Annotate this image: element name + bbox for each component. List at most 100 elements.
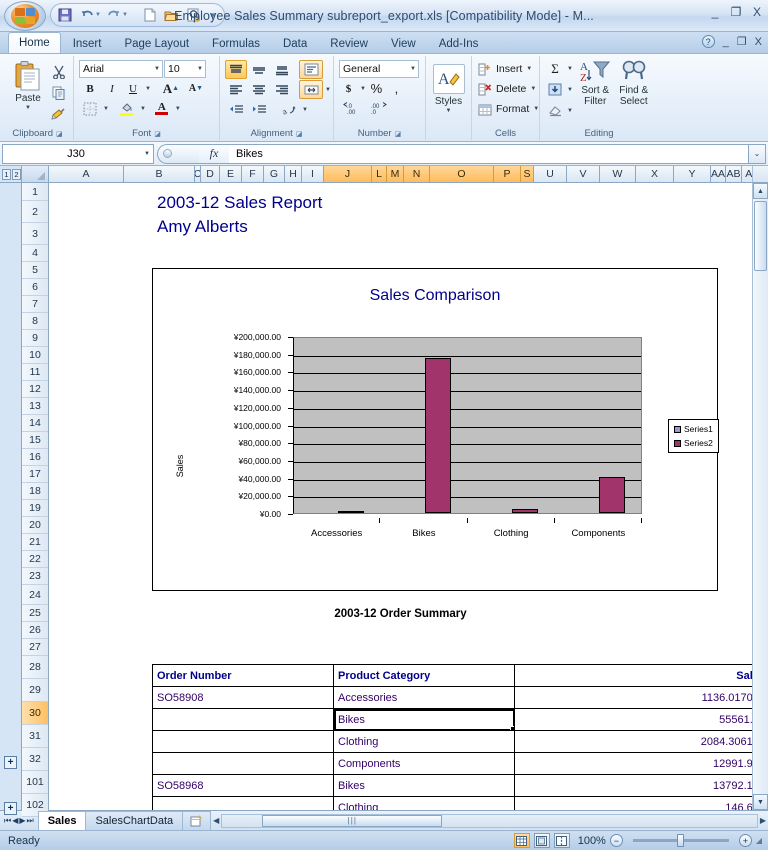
vertical-scrollbar[interactable]: ▲ ▼	[752, 183, 768, 810]
row-header-26[interactable]: 26	[22, 622, 48, 639]
name-box[interactable]: J30 ▼	[2, 143, 154, 164]
underline-button[interactable]: U	[123, 79, 143, 98]
number-dialog-launcher-icon[interactable]: ◪	[395, 130, 402, 138]
row-header-28[interactable]: 28	[22, 656, 48, 679]
row-header-29[interactable]: 29	[22, 679, 48, 702]
percent-format-button[interactable]: %	[367, 79, 386, 98]
bold-button[interactable]: B	[79, 79, 101, 98]
ribbon-close-button[interactable]: X	[755, 36, 762, 48]
format-cells-button[interactable]: Format ▼	[477, 99, 539, 119]
tab-insert[interactable]: Insert	[62, 33, 113, 53]
outline-level-1-button[interactable]: 1	[2, 168, 11, 180]
sheet-tab-saleschartdata[interactable]: SalesChartData	[85, 811, 184, 830]
paste-button[interactable]: Paste ▼	[7, 60, 49, 111]
row-header-12[interactable]: 12	[22, 381, 48, 398]
save-icon[interactable]	[55, 6, 75, 25]
tab-view[interactable]: View	[380, 33, 427, 53]
tab-home[interactable]: Home	[8, 32, 61, 53]
cell-sales[interactable]: 13792.176	[514, 774, 752, 797]
row-header-6[interactable]: 6	[22, 279, 48, 296]
row-header-18[interactable]: 18	[22, 483, 48, 500]
shrink-font-button[interactable]: A ▼	[184, 79, 208, 98]
close-button[interactable]: X	[750, 5, 764, 19]
accounting-dropdown-icon[interactable]: ▼	[360, 86, 366, 92]
chart-object[interactable]: Sales Comparison ¥200,000.00 ¥180,000.00 ¥…	[152, 268, 719, 591]
ribbon-minimize-button[interactable]: _	[723, 36, 729, 48]
align-middle-icon[interactable]	[248, 60, 270, 79]
row-header-16[interactable]: 16	[22, 449, 48, 466]
sort-filter-button[interactable]: A Z Sort & Filter	[576, 59, 615, 107]
wrap-text-icon[interactable]	[299, 60, 323, 79]
delete-cells-button[interactable]: Delete ▼	[477, 79, 536, 99]
font-dialog-launcher-icon[interactable]: ◪	[154, 130, 161, 138]
fill-button[interactable]: ▼	[545, 80, 573, 99]
row-header-13[interactable]: 13	[22, 398, 48, 415]
clear-dropdown-icon[interactable]: ▼	[567, 108, 573, 114]
zoom-slider-thumb[interactable]	[676, 834, 684, 847]
clipboard-dialog-launcher-icon[interactable]: ◪	[56, 130, 63, 138]
tab-add-ins[interactable]: Add-Ins	[428, 33, 490, 53]
font-name-select[interactable]: Arial ▼	[79, 60, 163, 78]
align-top-icon[interactable]	[225, 60, 247, 79]
alignment-dialog-launcher-icon[interactable]: ◪	[296, 130, 303, 138]
select-all-button[interactable]	[22, 166, 49, 182]
sheet-canvas[interactable]: 2003-12 Sales Report Amy Alberts Sales C…	[49, 183, 752, 810]
tab-page-layout[interactable]: Page Layout	[113, 33, 200, 53]
row-header-30[interactable]: 30	[22, 702, 48, 725]
redo-icon[interactable]	[104, 6, 124, 25]
sheet-tab-sales[interactable]: Sales	[37, 811, 87, 830]
column-header-o[interactable]: O	[430, 166, 494, 182]
fill-color-dropdown-icon[interactable]: ▼	[140, 106, 146, 112]
cut-icon[interactable]	[49, 62, 68, 81]
column-header-i[interactable]: I	[302, 166, 324, 182]
row-header-32[interactable]: 32	[22, 748, 48, 771]
row-header-9[interactable]: 9	[22, 330, 48, 347]
row-header-21[interactable]: 21	[22, 534, 48, 551]
font-size-select[interactable]: 10 ▼	[164, 60, 206, 78]
row-header-31[interactable]: 31	[22, 725, 48, 748]
increase-indent-icon[interactable]	[248, 100, 270, 119]
number-format-select[interactable]: General ▼	[339, 60, 419, 78]
insert-function-icon[interactable]: fx	[199, 143, 229, 164]
column-header-l[interactable]: L	[372, 166, 387, 182]
prev-sheet-button[interactable]: ◀	[12, 816, 18, 825]
cell-product-category[interactable]: Clothing	[333, 730, 515, 753]
copy-icon[interactable]	[49, 83, 68, 102]
decrease-indent-icon[interactable]	[225, 100, 247, 119]
ribbon-restore-button[interactable]: ❐	[737, 35, 747, 48]
grow-font-button[interactable]: A ▲	[159, 79, 183, 98]
column-header-s[interactable]: S	[521, 166, 534, 182]
help-icon[interactable]: ?	[701, 35, 715, 48]
row-header-4[interactable]: 4	[22, 245, 48, 262]
orientation-icon[interactable]: a	[278, 100, 300, 119]
scroll-down-button[interactable]: ▼	[753, 794, 768, 810]
orientation-dropdown-icon[interactable]: ▼	[302, 107, 308, 113]
undo-dropdown-icon[interactable]: ▼	[95, 12, 101, 18]
column-header-a[interactable]: A	[49, 166, 124, 182]
redo-dropdown-icon[interactable]: ▼	[122, 12, 128, 18]
row-header-14[interactable]: 14	[22, 415, 48, 432]
cell-sales[interactable]: 55561.95	[514, 708, 752, 731]
first-sheet-button[interactable]: ⏮	[4, 816, 11, 826]
merge-center-icon[interactable]	[299, 80, 323, 99]
column-header-u[interactable]: U	[534, 166, 567, 182]
row-header-22[interactable]: 22	[22, 551, 48, 568]
cell-sales[interactable]: 12991.908	[514, 752, 752, 775]
insert-dropdown-icon[interactable]: ▼	[526, 66, 532, 72]
formula-input[interactable]: Bikes	[229, 143, 749, 164]
zoom-slider[interactable]	[632, 834, 729, 847]
insert-cells-button[interactable]: Insert ▼	[477, 59, 532, 79]
align-left-icon[interactable]	[225, 80, 247, 99]
align-bottom-icon[interactable]	[271, 60, 293, 79]
column-header-n[interactable]: N	[404, 166, 430, 182]
styles-button[interactable]: A Styles ▼	[431, 60, 466, 114]
row-header-23[interactable]: 23	[22, 568, 48, 585]
align-center-icon[interactable]	[248, 80, 270, 99]
cell-order-number[interactable]	[152, 708, 334, 731]
borders-dropdown-icon[interactable]: ▼	[103, 106, 109, 112]
column-header-ad[interactable]: AD	[742, 166, 752, 182]
find-select-button[interactable]: Find & Select	[614, 59, 653, 107]
column-header-d[interactable]: D	[201, 166, 220, 182]
cell-product-category[interactable]: Bikes	[333, 774, 515, 797]
align-right-icon[interactable]	[271, 80, 293, 99]
